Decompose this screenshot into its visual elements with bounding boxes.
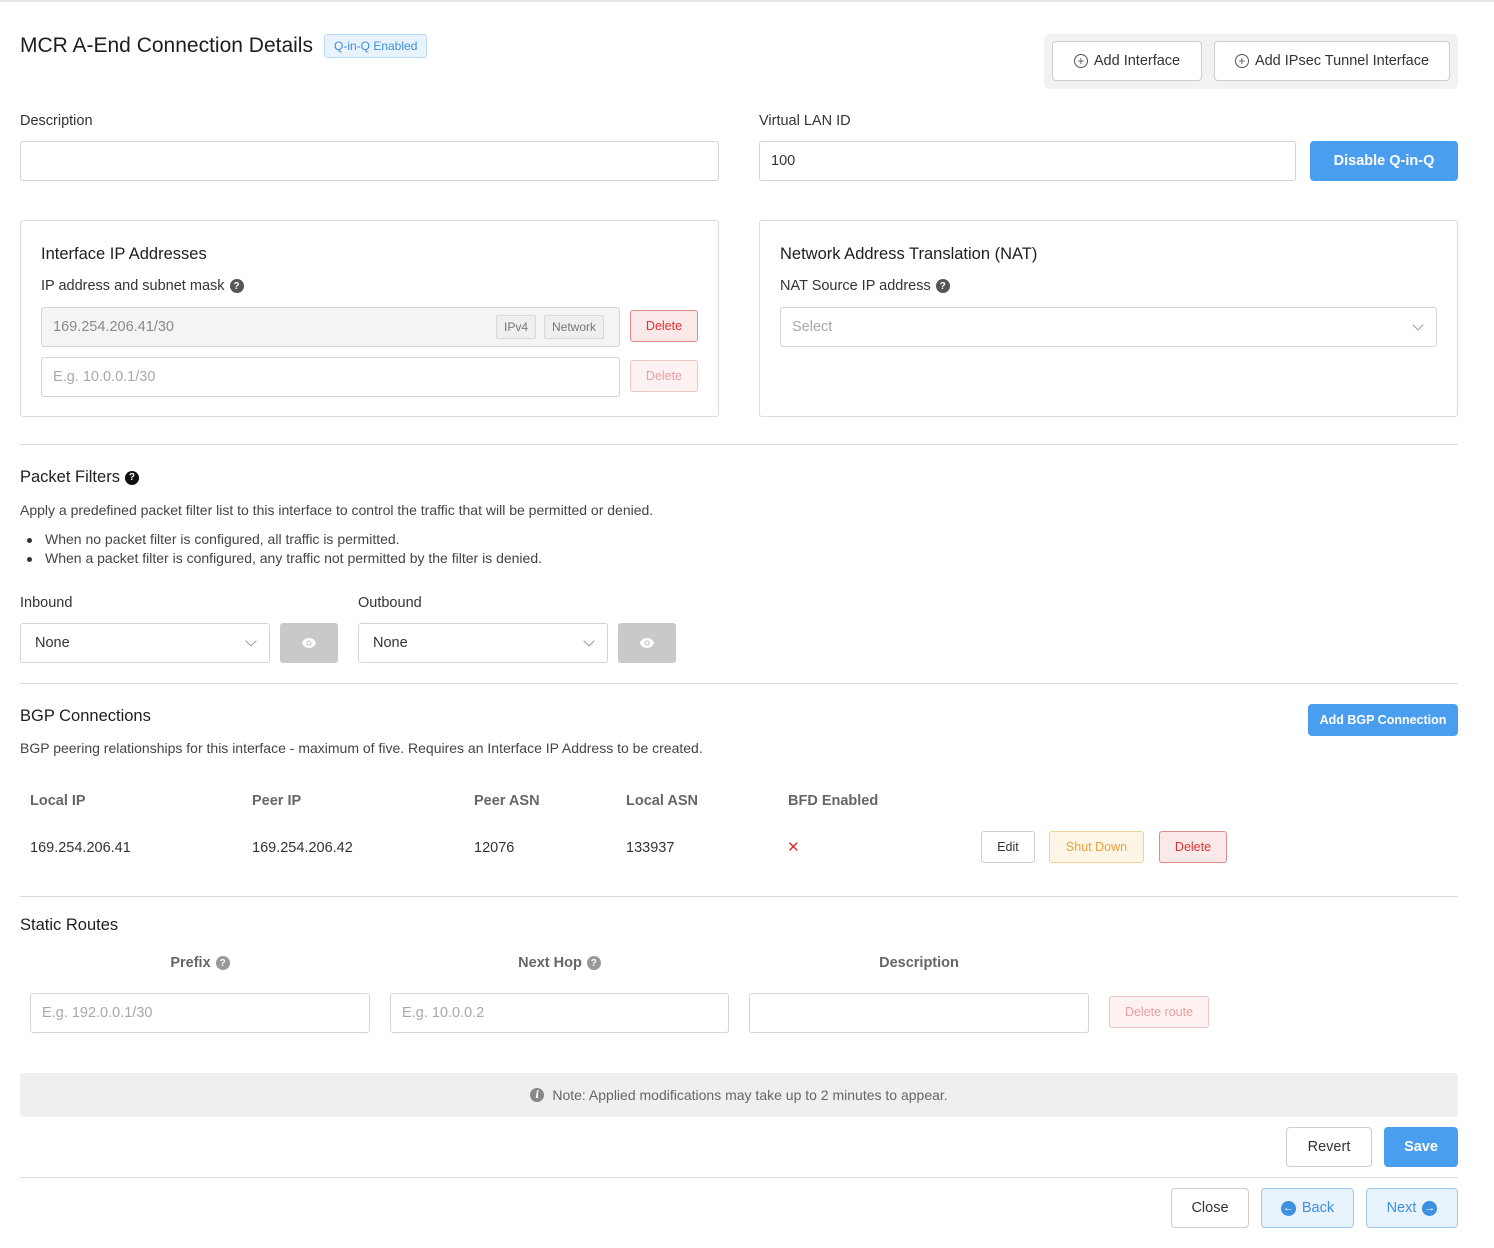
back-label: Back: [1301, 1200, 1335, 1216]
outbound-label: Outbound: [358, 595, 422, 611]
note-text: Note: Applied modifications may take up …: [552, 1087, 948, 1103]
edit-bgp-button[interactable]: Edit: [981, 831, 1035, 863]
ip-subnet-label: IP address and subnet mask?: [41, 278, 244, 294]
add-interface-button[interactable]: + Add Interface: [1052, 41, 1202, 81]
eye-icon: [640, 638, 654, 648]
vlan-id-input[interactable]: 100: [759, 141, 1296, 181]
bgp-local-asn: 133937: [626, 840, 675, 856]
packet-filters-description: Apply a predefined packet filter list to…: [20, 502, 654, 518]
route-description-input[interactable]: [749, 993, 1089, 1033]
inbound-select-value: None: [35, 635, 70, 651]
packet-filters-bullet: When a packet filter is configured, any …: [27, 550, 542, 566]
shutdown-bgp-button[interactable]: Shut Down: [1049, 831, 1144, 863]
ip-subnet-label-text: IP address and subnet mask: [41, 278, 225, 294]
plus-circle-icon: +: [1073, 54, 1088, 68]
arrow-left-icon: ←: [1280, 1200, 1296, 1216]
column-header-prefix: Prefix?: [30, 955, 370, 971]
column-header-bfd-enabled: BFD Enabled: [788, 793, 879, 809]
vlan-label: Virtual LAN ID: [759, 113, 851, 129]
modification-note: i Note: Applied modifications may take u…: [20, 1073, 1458, 1117]
interface-ip-panel: Interface IP Addresses IP address and su…: [20, 220, 719, 417]
inbound-label: Inbound: [20, 595, 73, 611]
help-icon[interactable]: ?: [124, 470, 139, 485]
description-input[interactable]: [20, 141, 719, 181]
divider: [20, 683, 1458, 684]
route-prefix-input[interactable]: E.g. 192.0.0.1/30: [30, 993, 370, 1033]
revert-button[interactable]: Revert: [1286, 1127, 1372, 1167]
delete-bgp-button[interactable]: Delete: [1159, 831, 1227, 863]
close-button[interactable]: Close: [1171, 1188, 1249, 1228]
column-header-description: Description: [879, 955, 959, 971]
divider: [20, 1177, 1458, 1178]
next-hop-header-text: Next Hop: [518, 955, 582, 971]
inbound-filter-select[interactable]: None: [20, 623, 270, 663]
new-ip-input[interactable]: E.g. 10.0.0.1/30: [41, 357, 620, 397]
help-icon[interactable]: ?: [215, 956, 230, 971]
nat-source-label: NAT Source IP address?: [780, 278, 950, 294]
column-header-local-asn: Local ASN: [626, 793, 698, 809]
arrow-right-icon: →: [1422, 1200, 1438, 1216]
route-next-hop-input[interactable]: E.g. 10.0.0.2: [390, 993, 729, 1033]
nat-source-label-text: NAT Source IP address: [780, 278, 931, 294]
packet-filters-title-text: Packet Filters: [20, 468, 120, 486]
column-header-local-ip: Local IP: [30, 793, 86, 809]
top-border: [0, 0, 1494, 2]
bgp-peer-asn: 12076: [474, 840, 515, 856]
nat-panel: Network Address Translation (NAT) NAT So…: [759, 220, 1458, 417]
delete-route-button[interactable]: Delete route: [1109, 996, 1209, 1028]
add-bgp-connection-button[interactable]: Add BGP Connection: [1308, 704, 1458, 736]
column-header-next-hop: Next Hop?: [390, 955, 729, 971]
plus-circle-icon: +: [1234, 54, 1249, 68]
eye-icon: [302, 638, 316, 648]
packet-filters-bullet: When no packet filter is configured, all…: [27, 531, 400, 547]
add-interface-label: Add Interface: [1093, 53, 1181, 69]
help-icon[interactable]: ?: [935, 279, 950, 294]
disable-qinq-button[interactable]: Disable Q-in-Q: [1310, 141, 1458, 181]
static-routes-title: Static Routes: [20, 916, 119, 934]
help-icon[interactable]: ?: [586, 956, 601, 971]
delete-new-ip-button[interactable]: Delete: [630, 360, 698, 392]
bgp-description: BGP peering relationships for this inter…: [20, 740, 703, 756]
back-button[interactable]: ← Back: [1261, 1188, 1354, 1228]
view-inbound-filter-button[interactable]: [280, 623, 338, 663]
interface-actions-group: + Add Interface + Add IPsec Tunnel Inter…: [1044, 34, 1458, 89]
column-header-peer-ip: Peer IP: [252, 793, 302, 809]
packet-filters-title: Packet Filters?: [20, 468, 139, 487]
next-button[interactable]: Next →: [1366, 1188, 1458, 1228]
divider: [20, 444, 1458, 445]
qinq-status-badge: Q-in-Q Enabled: [324, 34, 428, 58]
chevron-down-icon: [583, 635, 595, 647]
bgp-title: BGP Connections: [20, 707, 151, 725]
info-icon: i: [530, 1088, 545, 1102]
page-title: MCR A-End Connection Details: [20, 34, 313, 57]
divider: [20, 896, 1458, 897]
nat-source-select[interactable]: Select: [780, 307, 1437, 347]
delete-ip-button[interactable]: Delete: [630, 310, 698, 342]
nat-select-placeholder: Select: [792, 319, 833, 335]
add-ipsec-label: Add IPsec Tunnel Interface: [1254, 53, 1430, 69]
interface-ip-title: Interface IP Addresses: [41, 245, 207, 263]
ipv4-tag: IPv4: [496, 315, 537, 339]
bgp-local-ip: 169.254.206.41: [30, 840, 131, 856]
help-icon[interactable]: ?: [229, 279, 244, 294]
outbound-select-value: None: [373, 635, 408, 651]
prefix-header-text: Prefix: [170, 955, 211, 971]
save-button[interactable]: Save: [1384, 1127, 1458, 1167]
network-tag: Network: [544, 315, 605, 339]
description-label: Description: [20, 113, 93, 129]
nat-title: Network Address Translation (NAT): [780, 245, 1038, 263]
bfd-disabled-x-icon: ✕: [787, 839, 800, 856]
chevron-down-icon: [245, 635, 257, 647]
bgp-peer-ip: 169.254.206.42: [252, 840, 353, 856]
column-header-peer-asn: Peer ASN: [474, 793, 540, 809]
view-outbound-filter-button[interactable]: [618, 623, 676, 663]
outbound-filter-select[interactable]: None: [358, 623, 608, 663]
chevron-down-icon: [1412, 319, 1424, 331]
add-ipsec-tunnel-button[interactable]: + Add IPsec Tunnel Interface: [1214, 41, 1450, 81]
next-label: Next: [1386, 1200, 1417, 1216]
